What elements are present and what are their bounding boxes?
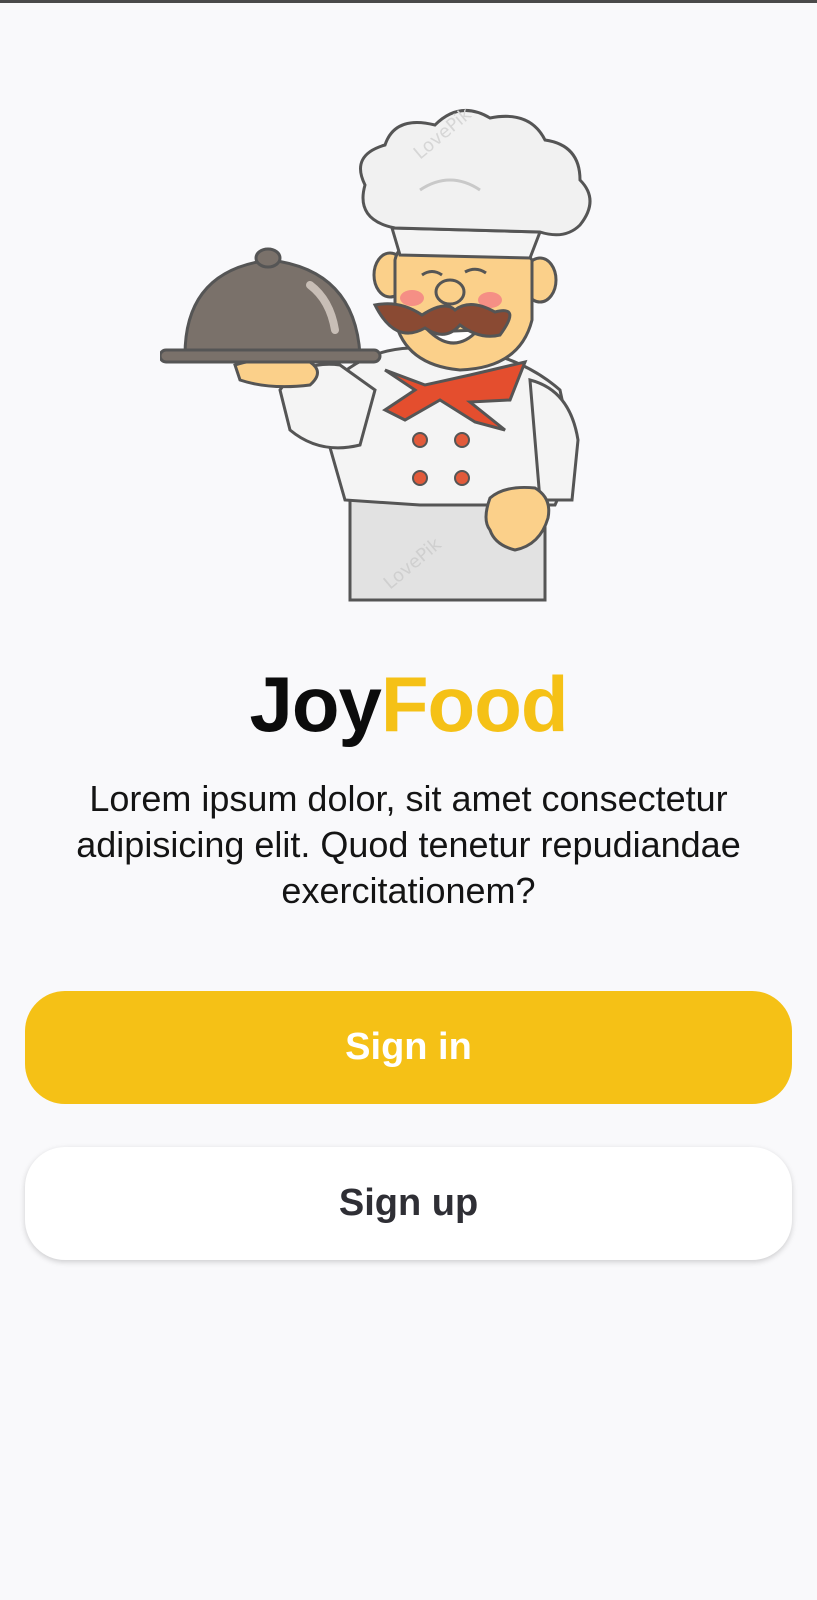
brand-title-food: Food (380, 660, 569, 748)
sign-up-button-label: Sign up (338, 1182, 479, 1224)
tagline-text: Lorem ipsum dolor, sit amet consectetur … (76, 778, 741, 911)
sign-in-button-label: Sign in (345, 1026, 472, 1068)
brand-title-joy: Joy (249, 660, 382, 748)
status-bar-strip (0, 0, 817, 3)
brand-title: JoyFood (0, 660, 817, 748)
chef-illustration: LovePik LovePik (160, 100, 620, 605)
sign-in-button[interactable]: Sign in (25, 991, 792, 1104)
sign-up-button[interactable]: Sign up (25, 1147, 792, 1260)
